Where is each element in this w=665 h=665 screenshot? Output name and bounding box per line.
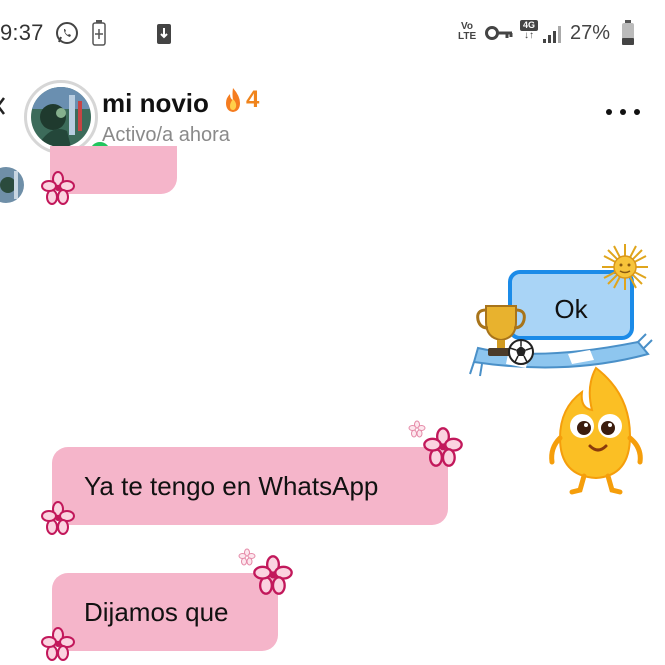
download-icon (157, 24, 171, 44)
streak-badge: 4 (222, 86, 259, 114)
signal-icon (543, 26, 561, 43)
contact-status: Activo/a ahora (102, 124, 230, 146)
status-time: 9:37 (0, 20, 44, 45)
flower-icon (253, 555, 293, 595)
status-bar: 9:37 Vo LTE 4G ↓↑ 27% (0, 0, 665, 62)
soccer-ball-icon (508, 339, 534, 365)
contact-avatar-small (0, 167, 24, 203)
contact-name[interactable]: mi novio (102, 88, 209, 119)
flame-mascot-icon (549, 366, 643, 495)
whatsapp-icon (56, 22, 78, 44)
battery-percent: 27% (570, 22, 611, 44)
avatar-image (31, 87, 91, 147)
volte-label: Vo LTE (458, 21, 477, 42)
flower-icon (41, 501, 75, 535)
vpn-key-icon (485, 26, 513, 40)
flower-icon (41, 627, 75, 661)
message-bubble-received[interactable]: Ya te tengo en WhatsApp (52, 447, 448, 525)
back-arrow-icon[interactable] (0, 92, 6, 132)
message-text: Ok (554, 294, 588, 324)
message-text: Dijamos que (84, 597, 229, 627)
flower-icon (423, 427, 463, 467)
battery-saver-icon (92, 20, 106, 46)
fire-icon (226, 88, 240, 112)
message-bubble-received[interactable]: Dijamos que (52, 573, 278, 651)
message-text: Ya te tengo en WhatsApp (84, 471, 379, 501)
more-options-icon[interactable] (606, 102, 640, 122)
flower-small-icon (238, 548, 256, 566)
flower-icon (41, 171, 75, 205)
volte-icon: Vo LTE (458, 22, 476, 42)
4g-icon: 4G ↓↑ (520, 20, 538, 41)
streak-count: 4 (246, 86, 260, 113)
flower-small-icon (408, 420, 426, 438)
battery-icon (622, 20, 634, 45)
argentina-sun-icon (602, 244, 648, 290)
contact-avatar[interactable] (24, 80, 113, 165)
